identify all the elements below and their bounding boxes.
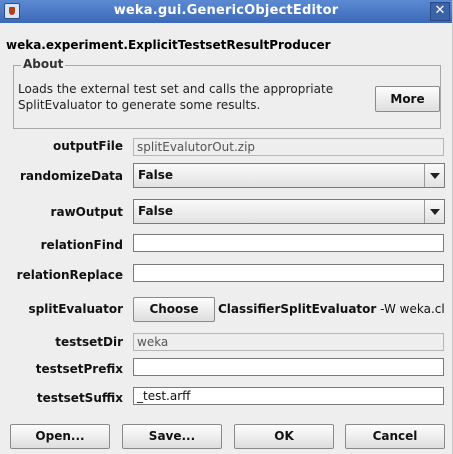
title-bar[interactable]: weka.gui.GenericObjectEditor ✕	[0, 0, 452, 23]
label-relationFind: relationFind	[40, 238, 123, 252]
randomizeData-combo[interactable]: False	[133, 163, 445, 188]
label-rawOutput: rawOutput	[50, 205, 123, 219]
testsetPrefix-field[interactable]	[133, 358, 444, 376]
about-legend: About	[21, 57, 66, 71]
window-title: weka.gui.GenericObjectEditor	[113, 3, 339, 18]
splitEvaluator-options: -W weka.cl	[376, 302, 444, 316]
about-description: Loads the external test set and calls th…	[18, 82, 334, 112]
rawOutput-value: False	[138, 204, 173, 218]
label-testsetSuffix: testsetSuffix	[36, 391, 123, 405]
splitEvaluator-class: ClassifierSplitEvaluator	[218, 302, 377, 316]
generic-object-editor-window: weka.gui.GenericObjectEditor ✕ weka.expe…	[0, 0, 453, 454]
outputFile-field[interactable]: splitEvalutorOut.zip	[133, 138, 444, 156]
more-button[interactable]: More	[375, 86, 440, 112]
label-testsetDir: testsetDir	[55, 335, 123, 349]
splitEvaluator-value[interactable]: ClassifierSplitEvaluator -W weka.cl	[218, 302, 444, 316]
open-button[interactable]: Open...	[10, 424, 110, 449]
label-outputFile: outputFile	[53, 139, 123, 153]
label-randomizeData: randomizeData	[19, 169, 123, 183]
testsetDir-field[interactable]: weka	[133, 333, 444, 351]
ok-button[interactable]: OK	[234, 424, 334, 449]
testsetSuffix-field[interactable]: _test.arff	[133, 387, 444, 405]
class-name-label: weka.experiment.ExplicitTestsetResultPro…	[6, 38, 331, 52]
relationFind-field[interactable]	[133, 234, 444, 252]
label-splitEvaluator: splitEvaluator	[28, 302, 123, 316]
close-button[interactable]: ✕	[430, 2, 450, 21]
label-testsetPrefix: testsetPrefix	[35, 362, 123, 376]
chevron-down-icon[interactable]	[424, 164, 444, 187]
rawOutput-combo[interactable]: False	[133, 199, 445, 224]
save-button[interactable]: Save...	[122, 424, 222, 449]
cancel-button[interactable]: Cancel	[345, 424, 445, 449]
chevron-down-icon[interactable]	[424, 200, 444, 223]
label-relationReplace: relationReplace	[16, 268, 123, 282]
relationReplace-field[interactable]	[133, 264, 444, 282]
choose-button[interactable]: Choose	[133, 297, 215, 322]
randomizeData-value: False	[138, 168, 173, 182]
